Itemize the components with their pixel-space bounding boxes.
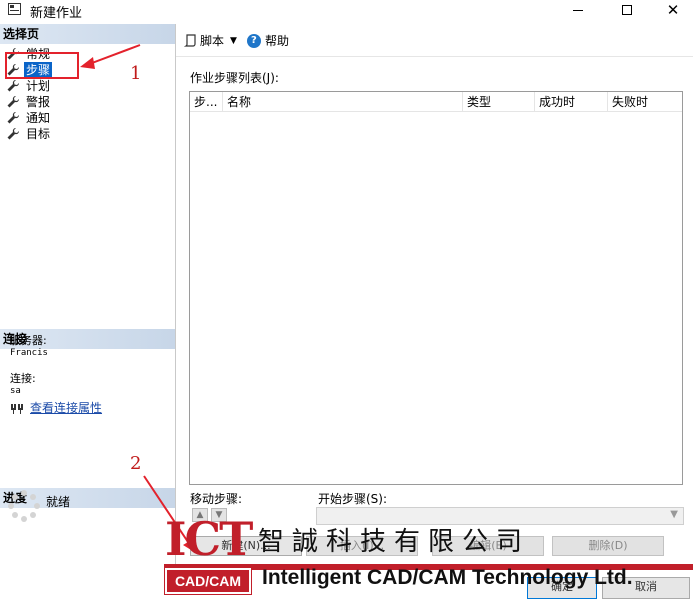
annotation-number-two: 2: [130, 453, 142, 474]
logo-letters: ICT: [165, 512, 253, 566]
company-logo: ICT CAD/CAM: [163, 513, 255, 597]
logo-tag: CAD/CAM: [164, 567, 252, 595]
annotation-arrows: [80, 44, 196, 553]
annotation-number-one: 1: [130, 63, 142, 84]
company-name-chinese: 智誠科技有限公司: [258, 527, 531, 557]
company-name-english: Intelligent CAD/CAM Technology Ltd.: [262, 566, 633, 589]
